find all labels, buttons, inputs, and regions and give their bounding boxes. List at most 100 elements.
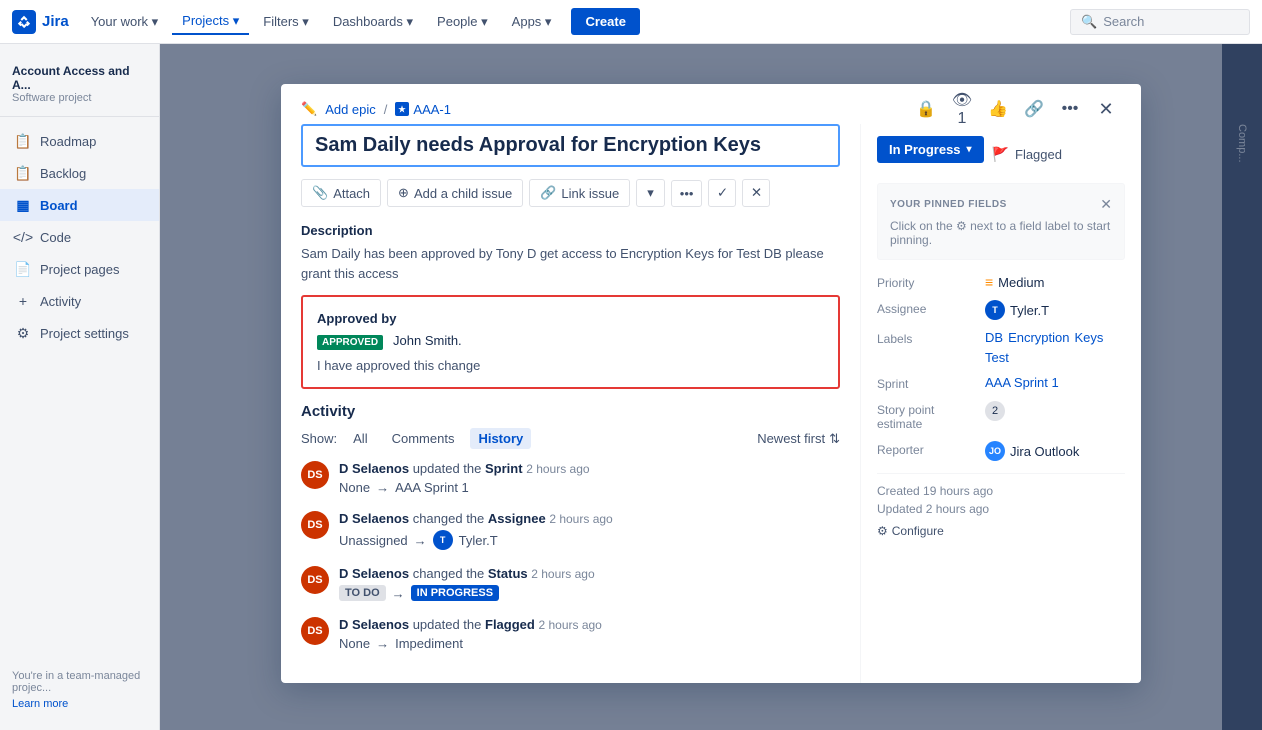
story-points-value[interactable]: 2 bbox=[985, 401, 1125, 421]
status-label: In Progress bbox=[889, 142, 961, 157]
create-button[interactable]: Create bbox=[571, 8, 639, 35]
labels-field: Labels DB Encryption Keys Test bbox=[877, 330, 1125, 365]
description-text: Sam Daily has been approved by Tony D ge… bbox=[301, 244, 840, 283]
modal-actions: 🔒 👁 1 👍 🔗 ••• ✕ bbox=[911, 94, 1121, 124]
sidebar-item-code[interactable]: </> Code bbox=[0, 221, 159, 253]
updated-info: Updated 2 hours ago bbox=[877, 502, 1125, 516]
search-placeholder: Search bbox=[1103, 14, 1144, 29]
attach-button[interactable]: 📎 Attach bbox=[301, 179, 381, 207]
status-to-badge: IN PROGRESS bbox=[411, 585, 499, 601]
sort-button[interactable]: Newest first ⇅ bbox=[757, 431, 840, 447]
link-issue-button[interactable]: 🔗 Link issue bbox=[529, 179, 630, 207]
activity-content-3: D Selaenos changed the Status 2 hours ag… bbox=[339, 566, 840, 601]
priority-value[interactable]: ≡ Medium bbox=[985, 274, 1125, 290]
close-button[interactable]: ✕ bbox=[1091, 94, 1121, 124]
roadmap-icon: 📋 bbox=[14, 132, 32, 150]
breadcrumb-issue-id[interactable]: AAA-1 bbox=[413, 102, 451, 117]
sidebar-item-settings[interactable]: ⚙ Project settings bbox=[0, 317, 159, 349]
label-keys[interactable]: Keys bbox=[1074, 330, 1103, 345]
toolbar-more-button[interactable]: ••• bbox=[671, 180, 703, 207]
modal-left-panel: 📎 Attach ⊕ Add a child issue 🔗 Link issu… bbox=[281, 124, 861, 683]
learn-more-link[interactable]: Learn more bbox=[0, 698, 159, 718]
add-icon: + bbox=[14, 292, 32, 310]
breadcrumb-separator: / bbox=[384, 102, 388, 117]
nav-dashboards[interactable]: Dashboards ▾ bbox=[323, 10, 423, 34]
priority-icon: ≡ bbox=[985, 274, 993, 290]
reporter-field: Reporter JO Jira Outlook bbox=[877, 441, 1125, 461]
label-test[interactable]: Test bbox=[985, 350, 1009, 365]
toolbar-dropdown-button[interactable]: ▾ bbox=[636, 179, 665, 207]
status-from-badge: TO DO bbox=[339, 585, 386, 601]
reporter-value[interactable]: JO Jira Outlook bbox=[985, 441, 1125, 461]
activity-meta-3: D Selaenos changed the Status 2 hours ag… bbox=[339, 566, 840, 581]
sidebar-item-backlog[interactable]: 📋 Backlog bbox=[0, 157, 159, 189]
story-badge: 2 bbox=[985, 401, 1005, 421]
modal-overlay[interactable]: ✏️ Add epic / AAA-1 🔒 👁 1 👍 bbox=[160, 44, 1262, 730]
label-db[interactable]: DB bbox=[985, 330, 1003, 345]
assignee-value[interactable]: T Tyler.T bbox=[985, 300, 1125, 320]
filter-all-button[interactable]: All bbox=[345, 428, 375, 449]
nav-filters[interactable]: Filters ▾ bbox=[253, 10, 319, 34]
watch-button[interactable]: 👁 1 bbox=[947, 94, 977, 124]
activity-detail-3: TO DO → IN PROGRESS bbox=[339, 585, 840, 601]
approved-name: John Smith. bbox=[393, 333, 462, 348]
activity-item-sprint: DS D Selaenos updated the Sprint 2 hours… bbox=[301, 461, 840, 495]
issue-title-input[interactable] bbox=[301, 124, 840, 167]
nav-people[interactable]: People ▾ bbox=[427, 10, 498, 34]
code-icon: </> bbox=[14, 228, 32, 246]
pinned-fields-desc: Click on the ⚙ next to a field label to … bbox=[890, 219, 1112, 247]
activity-avatar-3: DS bbox=[301, 566, 329, 594]
toolbar-check-button[interactable]: ✓ bbox=[708, 179, 736, 207]
nav-apps[interactable]: Apps ▾ bbox=[502, 10, 562, 34]
activity-content-4: D Selaenos updated the Flagged 2 hours a… bbox=[339, 617, 840, 651]
sprint-link[interactable]: AAA Sprint 1 bbox=[985, 375, 1059, 390]
sidebar-item-add[interactable]: + Activity bbox=[0, 285, 159, 317]
top-navigation: Jira Your work ▾ Projects ▾ Filters ▾ Da… bbox=[0, 0, 1262, 44]
project-info: Account Access and A... Software project bbox=[0, 56, 159, 117]
sprint-value[interactable]: AAA Sprint 1 bbox=[985, 375, 1125, 390]
labels-label: Labels bbox=[877, 330, 977, 346]
sprint-label: Sprint bbox=[877, 375, 977, 391]
nav-your-work[interactable]: Your work ▾ bbox=[81, 10, 168, 34]
sidebar-item-pages[interactable]: 📄 Project pages bbox=[0, 253, 159, 285]
sidebar: Account Access and A... Software project… bbox=[0, 44, 160, 730]
share-button[interactable]: 🔗 bbox=[1019, 94, 1049, 124]
priority-label: Priority bbox=[877, 274, 977, 290]
show-label: Show: bbox=[301, 431, 337, 446]
story-points-label: Story point estimate bbox=[877, 401, 977, 431]
breadcrumb-issue: AAA-1 bbox=[395, 102, 451, 117]
status-chevron-icon: ▾ bbox=[967, 144, 972, 155]
status-button[interactable]: In Progress ▾ bbox=[877, 136, 984, 163]
activity-avatar-1: DS bbox=[301, 461, 329, 489]
configure-button[interactable]: ⚙ Configure bbox=[877, 524, 944, 538]
approved-header: Approved by bbox=[317, 311, 824, 326]
pinned-close-button[interactable]: ✕ bbox=[1100, 196, 1112, 213]
pinned-fields-title: YOUR PINNED FIELDS bbox=[890, 199, 1007, 210]
more-button[interactable]: ••• bbox=[1055, 94, 1085, 124]
logo[interactable]: Jira bbox=[12, 10, 69, 34]
lock-button[interactable]: 🔒 bbox=[911, 94, 941, 124]
jira-logo-icon bbox=[12, 10, 36, 34]
filter-comments-button[interactable]: Comments bbox=[384, 428, 463, 449]
filter-history-button[interactable]: History bbox=[470, 428, 531, 449]
add-child-issue-button[interactable]: ⊕ Add a child issue bbox=[387, 179, 523, 207]
approved-comment: I have approved this change bbox=[317, 358, 824, 373]
project-subtitle: Software project bbox=[12, 92, 147, 104]
search-box[interactable]: 🔍 Search bbox=[1070, 9, 1250, 35]
sidebar-label-backlog: Backlog bbox=[40, 166, 86, 181]
sidebar-item-board[interactable]: ▦ Board bbox=[0, 189, 159, 221]
assignee-label: Assignee bbox=[877, 300, 977, 316]
like-button[interactable]: 👍 bbox=[983, 94, 1013, 124]
breadcrumb-add-epic[interactable]: Add epic bbox=[325, 102, 376, 117]
label-encryption[interactable]: Encryption bbox=[1008, 330, 1069, 345]
priority-field: Priority ≡ Medium bbox=[877, 274, 1125, 290]
labels-value[interactable]: DB Encryption Keys Test bbox=[985, 330, 1125, 365]
nav-projects[interactable]: Projects ▾ bbox=[172, 9, 249, 35]
activity-item-flagged: DS D Selaenos updated the Flagged 2 hour… bbox=[301, 617, 840, 651]
activity-meta-4: D Selaenos updated the Flagged 2 hours a… bbox=[339, 617, 840, 632]
activity-content-1: D Selaenos updated the Sprint 2 hours ag… bbox=[339, 461, 840, 495]
created-info: Created 19 hours ago bbox=[877, 484, 1125, 498]
toolbar-cancel-button[interactable]: ✕ bbox=[742, 179, 770, 207]
activity-avatar-2: DS bbox=[301, 511, 329, 539]
sidebar-item-roadmap[interactable]: 📋 Roadmap bbox=[0, 125, 159, 157]
